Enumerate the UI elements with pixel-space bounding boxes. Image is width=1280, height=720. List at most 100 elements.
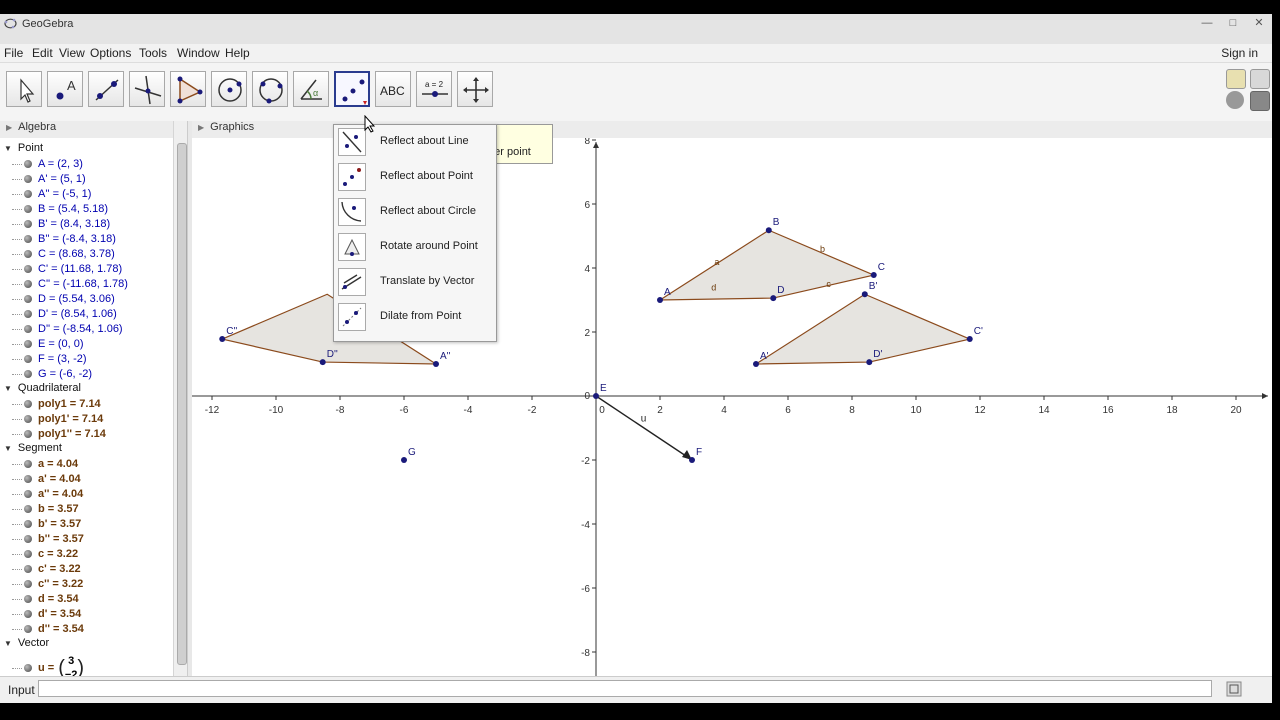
visibility-toggle-icon[interactable] [24, 535, 32, 544]
conic-tool-button[interactable] [252, 71, 288, 107]
algebra-item[interactable]: a'' = 4.04 [12, 487, 83, 502]
visibility-toggle-icon[interactable] [24, 325, 32, 334]
visibility-toggle-icon[interactable] [24, 475, 32, 484]
polygon-tool-button[interactable] [170, 71, 206, 107]
visibility-toggle-icon[interactable] [24, 310, 32, 319]
expand-triangle-icon[interactable]: ▼ [4, 444, 12, 453]
point-B-prime[interactable] [861, 291, 868, 298]
algebra-item[interactable]: E = (0, 0) [12, 337, 84, 352]
algebra-item[interactable]: c = 3.22 [12, 547, 78, 562]
algebra-item[interactable]: C' = (11.68, 1.78) [12, 262, 122, 277]
point-C[interactable] [870, 272, 877, 279]
point-A-prime[interactable] [753, 361, 759, 367]
undo-icon[interactable] [1226, 69, 1246, 89]
algebra-category[interactable]: ▼ Vector [4, 637, 49, 649]
redo-icon[interactable] [1250, 69, 1270, 89]
algebra-item[interactable]: G = (-6, -2) [12, 367, 92, 382]
expand-triangle-icon[interactable]: ▼ [4, 639, 12, 648]
visibility-toggle-icon[interactable] [24, 235, 32, 244]
menu-item-dilate-point[interactable]: Dilate from Point [334, 300, 496, 334]
algebra-scrollbar[interactable] [173, 121, 188, 690]
visibility-toggle-icon[interactable] [24, 565, 32, 574]
expand-triangle-icon[interactable]: ▼ [4, 144, 12, 153]
algebra-category[interactable]: ▼ Point [4, 142, 43, 154]
visibility-toggle-icon[interactable] [24, 220, 32, 229]
visibility-toggle-icon[interactable] [24, 550, 32, 559]
menu-item-reflect-point[interactable]: Reflect about Point [334, 160, 496, 194]
algebra-item[interactable]: A = (2, 3) [12, 157, 83, 172]
visibility-toggle-icon[interactable] [24, 160, 32, 169]
visibility-toggle-icon[interactable] [24, 580, 32, 589]
point-C-prime[interactable] [966, 336, 973, 343]
algebra-item[interactable]: c'' = 3.22 [12, 577, 83, 592]
algebra-item[interactable]: D'' = (-8.54, 1.06) [12, 322, 123, 337]
algebra-item[interactable]: poly1'' = 7.14 [12, 427, 106, 442]
menu-options[interactable]: Options [90, 46, 131, 60]
algebra-category[interactable]: ▼ Quadrilateral [4, 382, 81, 394]
point-F[interactable] [689, 457, 695, 463]
settings-icon[interactable] [1250, 91, 1270, 111]
visibility-toggle-icon[interactable] [24, 190, 32, 199]
visibility-toggle-icon[interactable] [24, 664, 32, 672]
visibility-toggle-icon[interactable] [24, 370, 32, 379]
collapse-triangle-icon[interactable]: ▶ [6, 123, 12, 132]
vector-u-line[interactable] [595, 395, 687, 457]
algebra-item[interactable]: B = (5.4, 5.18) [12, 202, 108, 217]
menu-edit[interactable]: Edit [32, 46, 53, 60]
visibility-toggle-icon[interactable] [24, 265, 32, 274]
visibility-toggle-icon[interactable] [24, 400, 32, 409]
visibility-toggle-icon[interactable] [24, 505, 32, 514]
visibility-toggle-icon[interactable] [24, 355, 32, 364]
scroll-thumb[interactable] [177, 143, 187, 665]
visibility-toggle-icon[interactable] [24, 205, 32, 214]
close-icon[interactable]: ✕ [1248, 15, 1270, 31]
algebra-item[interactable]: D' = (8.54, 1.06) [12, 307, 117, 322]
menu-help[interactable]: Help [225, 46, 250, 60]
algebra-item[interactable]: C = (8.68, 3.78) [12, 247, 115, 262]
minimize-icon[interactable]: — [1196, 15, 1218, 31]
circle-tool-button[interactable] [211, 71, 247, 107]
point-A[interactable] [657, 297, 663, 303]
visibility-toggle-icon[interactable] [24, 490, 32, 499]
maximize-icon[interactable]: □ [1222, 15, 1244, 31]
point-G[interactable] [401, 457, 407, 463]
point-C-prime-prime[interactable] [219, 336, 226, 343]
visibility-toggle-icon[interactable] [24, 625, 32, 634]
polygon-poly1-prime[interactable] [753, 293, 972, 365]
algebra-item[interactable]: b = 3.57 [12, 502, 79, 517]
menu-item-translate-vector[interactable]: Translate by Vector [334, 265, 496, 299]
point-D[interactable] [770, 295, 777, 302]
expand-triangle-icon[interactable]: ▼ [4, 384, 12, 393]
algebra-item[interactable]: d = 3.54 [12, 592, 79, 607]
move-tool-button[interactable] [6, 71, 42, 107]
visibility-toggle-icon[interactable] [24, 520, 32, 529]
algebra-item[interactable]: c' = 3.22 [12, 562, 81, 577]
menu-tools[interactable]: Tools [139, 46, 167, 60]
transform-tool-button[interactable] [334, 71, 370, 107]
input-field[interactable] [38, 680, 1212, 697]
visibility-toggle-icon[interactable] [24, 280, 32, 289]
algebra-item[interactable]: A' = (5, 1) [12, 172, 86, 187]
menu-item-rotate-point[interactable]: Rotate around Point [334, 230, 496, 264]
algebra-item[interactable]: poly1' = 7.14 [12, 412, 103, 427]
menu-item-reflect-circle[interactable]: Reflect about Circle [334, 195, 496, 229]
perpendicular-tool-button[interactable] [129, 71, 165, 107]
point-D-prime[interactable] [866, 359, 873, 366]
algebra-item[interactable]: F = (3, -2) [12, 352, 87, 367]
menu-file[interactable]: File [4, 46, 23, 60]
algebra-item[interactable]: d'' = 3.54 [12, 622, 84, 637]
menu-view[interactable]: View [59, 46, 85, 60]
polygon-poly1[interactable] [657, 229, 876, 301]
visibility-toggle-icon[interactable] [24, 175, 32, 184]
algebra-item[interactable]: b'' = 3.57 [12, 532, 84, 547]
slider-tool-button[interactable]: a = 2 [416, 71, 452, 107]
point-B[interactable] [765, 227, 772, 234]
visibility-toggle-icon[interactable] [24, 340, 32, 349]
collapse-triangle-icon[interactable]: ▶ [198, 123, 204, 132]
visibility-toggle-icon[interactable] [24, 250, 32, 259]
algebra-item[interactable]: B' = (8.4, 3.18) [12, 217, 110, 232]
angle-tool-button[interactable]: α [293, 71, 329, 107]
visibility-toggle-icon[interactable] [24, 415, 32, 424]
menu-item-reflect-line[interactable]: Reflect about Line [334, 125, 496, 159]
algebra-item[interactable]: B'' = (-8.4, 3.18) [12, 232, 116, 247]
